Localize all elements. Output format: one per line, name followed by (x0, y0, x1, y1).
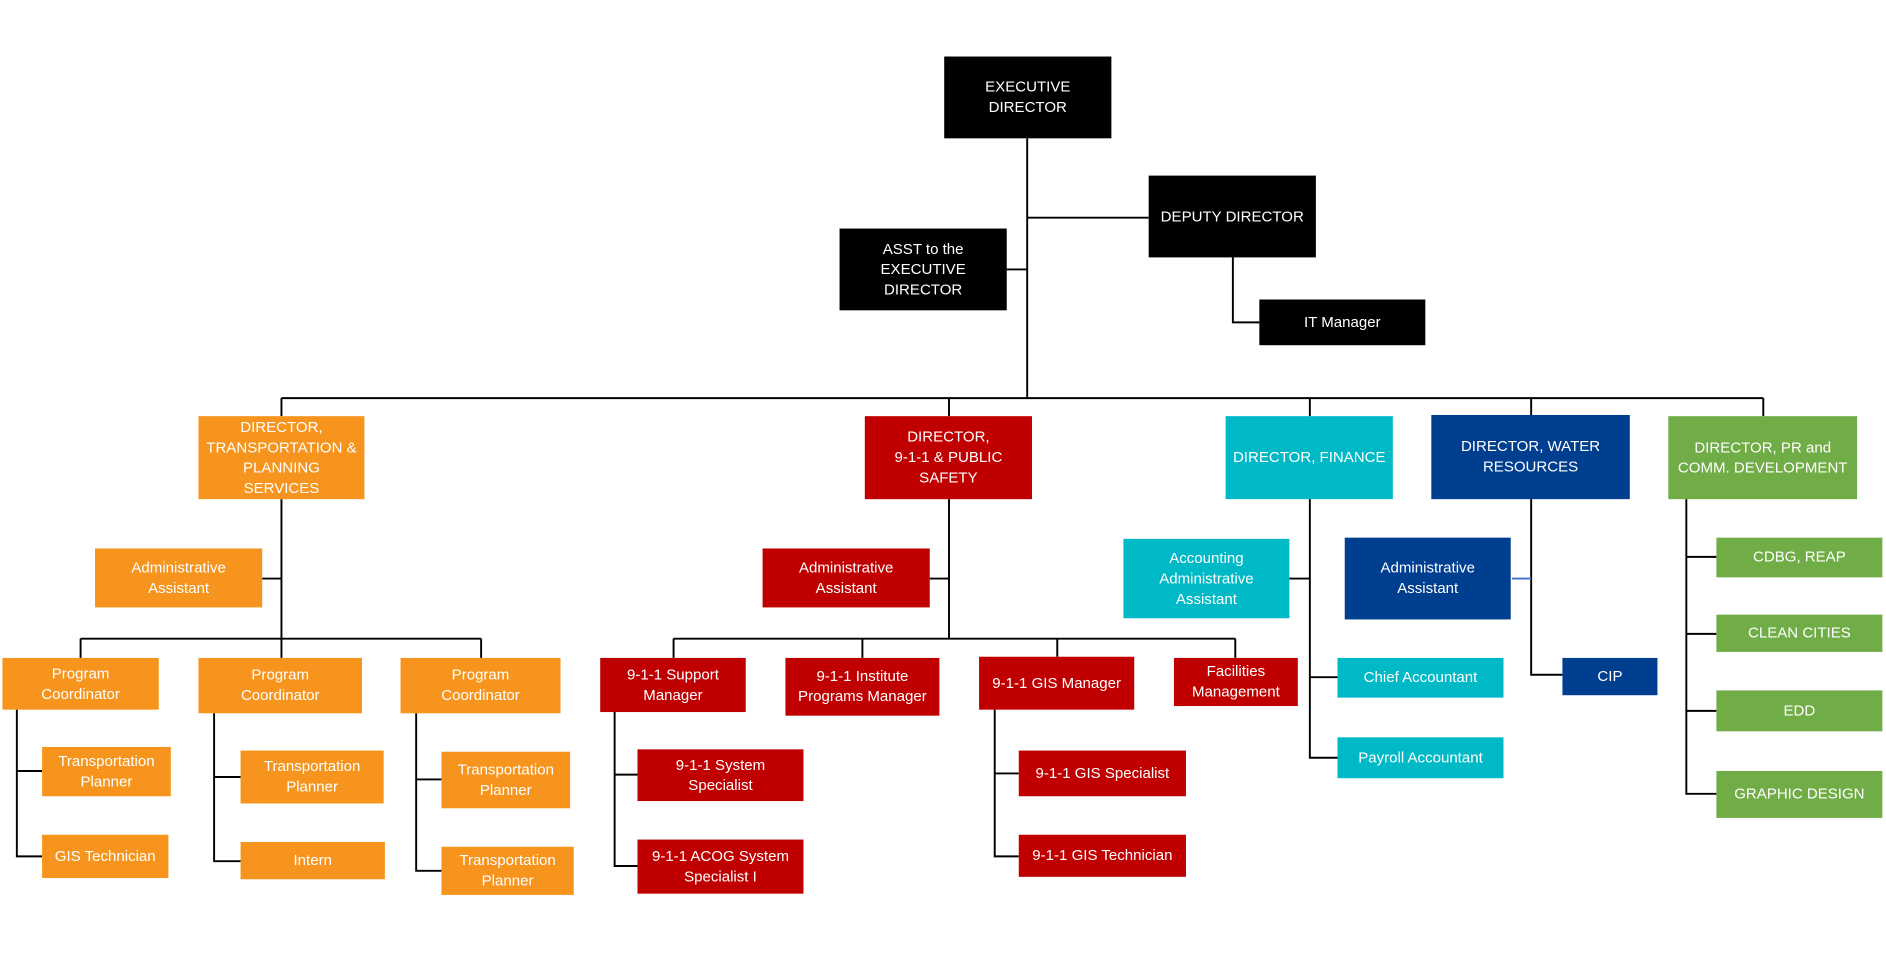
node-ps-admin: Administrative Assistant (762, 548, 930, 608)
node-trans-planner-4: Transportation Planner (441, 846, 574, 895)
node-dir-pr: DIRECTOR, PR and COMM. DEVELOPMENT (1668, 416, 1858, 500)
node-asst-exec: ASST to the EXECUTIVE DIRECTOR (839, 228, 1007, 311)
node-clean-cities: CLEAN CITIES (1716, 614, 1883, 652)
org-chart: EXECUTIVE DIRECTOR DEPUTY DIRECTOR ASST to… (0, 0, 1886, 953)
node-facilities: Facilities Management (1173, 657, 1298, 707)
node-support-mgr: 9-1-1 Support Manager (600, 657, 746, 713)
node-cdbg: CDBG, REAP (1716, 537, 1883, 578)
node-graphic-design: GRAPHIC DESIGN (1716, 770, 1883, 818)
node-gis-mgr: 9-1-1 GIS Manager (979, 656, 1135, 710)
node-it-manager: IT Manager (1259, 299, 1426, 346)
node-trans-planner-1: Transportation Planner (42, 746, 171, 797)
node-trans-planner-3: Transportation Planner (441, 751, 571, 809)
node-trans-admin: Administrative Assistant (95, 548, 263, 608)
node-gis-tech-911: 9-1-1 GIS Technician (1018, 834, 1186, 877)
node-intern: Intern (240, 841, 385, 880)
node-acog-specialist: 9-1-1 ACOG System Specialist I (637, 839, 804, 894)
node-dir-water: DIRECTOR, WATER RESOURCES (1431, 414, 1630, 500)
node-system-specialist: 9-1-1 System Specialist (637, 749, 804, 802)
node-gis-specialist: 9-1-1 GIS Specialist (1018, 750, 1186, 797)
node-gis-tech-1: GIS Technician (42, 834, 169, 879)
node-prog-coord-3: Program Coordinator (400, 657, 561, 714)
node-dir-finance: DIRECTOR, FINANCE (1225, 416, 1393, 500)
node-prog-coord-2: Program Coordinator (198, 657, 363, 714)
node-edd: EDD (1716, 690, 1883, 732)
node-cip: CIP (1562, 657, 1658, 696)
node-dir-911: DIRECTOR, 9-1-1 & PUBLIC SAFETY (864, 416, 1033, 500)
node-chief-accountant: Chief Accountant (1337, 657, 1504, 698)
node-prog-coord-1: Program Coordinator (2, 657, 159, 710)
node-trans-planner-2: Transportation Planner (240, 750, 384, 804)
node-dir-transportation: DIRECTOR, TRANSPORTATION & PLANNING SERV… (198, 416, 365, 500)
node-water-admin: Administrative Assistant (1344, 537, 1511, 620)
node-deputy-director: DEPUTY DIRECTOR (1148, 175, 1316, 258)
node-institute-mgr: 9-1-1 Institute Programs Manager (785, 657, 940, 716)
node-acct-admin: Accounting Administrative Assistant (1123, 538, 1290, 619)
node-executive-director: EXECUTIVE DIRECTOR (944, 56, 1112, 139)
node-payroll-accountant: Payroll Accountant (1337, 737, 1504, 779)
